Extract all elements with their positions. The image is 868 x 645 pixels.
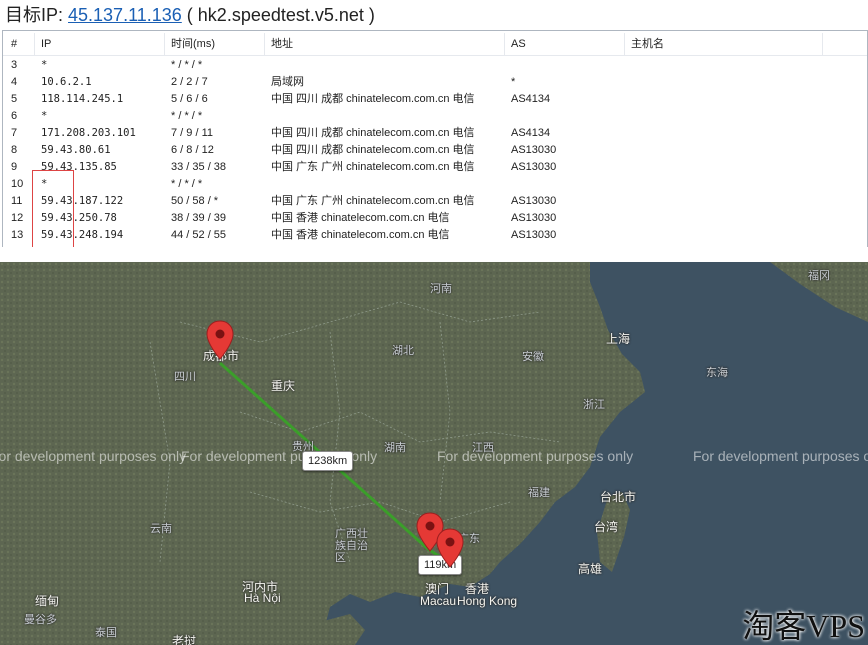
column-header-as[interactable]: AS bbox=[507, 33, 625, 55]
hop-ip: * bbox=[41, 110, 48, 122]
map-label: 老挝 bbox=[172, 634, 197, 645]
table-row[interactable]: 9 59.43.135.85 33 / 35 / 38 中国 广东 广州 chinat… bbox=[3, 159, 867, 176]
map-marker-icon[interactable] bbox=[436, 528, 464, 568]
table-row[interactable]: 4 10.6.2.1 2 / 2 / 7 局域网 * bbox=[3, 74, 867, 91]
hop-as: AS13030 bbox=[511, 212, 557, 224]
hop-time: 2 / 2 / 7 bbox=[171, 76, 208, 88]
table-row[interactable]: 12 59.43.250.78 38 / 39 / 39 中国 香港 chinatel… bbox=[3, 210, 867, 227]
map-label: 缅甸 bbox=[35, 594, 60, 608]
hop-address: 中国 广东 广州 chinatelecom.com.cn 电信 bbox=[271, 195, 475, 207]
table-row[interactable]: 3 * * / * / * bbox=[3, 57, 867, 74]
hop-address: 中国 香港 chinatelecom.com.cn 电信 bbox=[271, 229, 450, 241]
hop-time: * / * / * bbox=[171, 178, 203, 190]
map-label: 福冈 bbox=[808, 270, 830, 282]
hop-number: 6 bbox=[11, 110, 18, 122]
map-watermark: For development purposes only bbox=[0, 448, 187, 464]
map-label: 东海 bbox=[706, 367, 728, 379]
traceroute-table: # IP 时间(ms) 地址 AS 主机名 3 * * / * / * 4 10.6.2… bbox=[2, 30, 868, 248]
map-label: 河南 bbox=[430, 283, 452, 295]
map-label: 上海 bbox=[606, 332, 631, 346]
highlight-box bbox=[32, 170, 74, 247]
divider bbox=[0, 247, 868, 262]
table-header: # IP 时间(ms) 地址 AS 主机名 bbox=[3, 33, 867, 56]
hop-time: 5 / 6 / 6 bbox=[171, 93, 208, 105]
hop-as: AS13030 bbox=[511, 144, 557, 156]
hop-ip: 171.208.203.101 bbox=[41, 127, 136, 139]
map-label: 广西壮族自治区 bbox=[335, 528, 368, 564]
table-row[interactable]: 6 * * / * / * bbox=[3, 108, 867, 125]
target-ip-prefix: 目标IP: bbox=[5, 5, 69, 25]
map-watermark: For development purposes only bbox=[437, 448, 634, 464]
table-row[interactable]: 7 171.208.203.101 7 / 9 / 11 中国 四川 成都 china… bbox=[3, 125, 867, 142]
hop-number: 7 bbox=[11, 127, 18, 139]
target-ip-link[interactable]: 45.137.11.136 bbox=[68, 5, 182, 25]
map-label: 福建 bbox=[528, 487, 550, 499]
hop-as: AS4134 bbox=[511, 127, 551, 139]
hop-address: 中国 四川 成都 chinatelecom.com.cn 电信 bbox=[271, 127, 475, 139]
hop-time: 6 / 8 / 12 bbox=[171, 144, 214, 156]
hop-address: 中国 香港 chinatelecom.com.cn 电信 bbox=[271, 212, 450, 224]
hop-time: * / * / * bbox=[171, 110, 203, 122]
column-header-ip[interactable]: IP bbox=[37, 33, 165, 55]
map-label: 重庆 bbox=[271, 379, 296, 393]
map-label: 湖南 bbox=[384, 442, 406, 454]
target-hostname: ( hk2.speedtest.v5.net ) bbox=[181, 5, 375, 25]
hop-time: 38 / 39 / 39 bbox=[171, 212, 227, 224]
map-watermark: For development purposes only bbox=[693, 448, 868, 464]
hop-time: * / * / * bbox=[171, 59, 203, 71]
map-label: 浙江 bbox=[583, 399, 605, 411]
map-marker-icon[interactable] bbox=[206, 320, 234, 360]
hop-address: 中国 广东 广州 chinatelecom.com.cn 电信 bbox=[271, 161, 475, 173]
column-header-time[interactable]: 时间(ms) bbox=[167, 33, 265, 55]
column-header-hostname[interactable]: 主机名 bbox=[627, 33, 823, 55]
map-label: 四川 bbox=[174, 371, 196, 383]
table-row[interactable]: 11 59.43.187.122 50 / 58 / * 中国 广东 广州 china… bbox=[3, 193, 867, 210]
map-label: 云南 bbox=[150, 523, 172, 535]
map-label: 安徽 bbox=[522, 351, 544, 363]
hop-address: 中国 四川 成都 chinatelecom.com.cn 电信 bbox=[271, 93, 475, 105]
hop-ip: * bbox=[41, 59, 48, 71]
map-label: 台湾 bbox=[594, 520, 619, 534]
map-label: 高雄 bbox=[578, 562, 603, 576]
hop-number: 5 bbox=[11, 93, 18, 105]
hop-number: 3 bbox=[11, 59, 18, 71]
map-label: 曼谷多 bbox=[24, 614, 57, 626]
hop-address: 局域网 bbox=[271, 76, 304, 88]
table-row[interactable]: 5 118.114.245.1 5 / 6 / 6 中国 四川 成都 chinatel… bbox=[3, 91, 867, 108]
hop-as: AS13030 bbox=[511, 195, 557, 207]
map-label: Hà Nội bbox=[244, 591, 281, 605]
map-label: 台北市 bbox=[600, 490, 637, 504]
hop-ip: 118.114.245.1 bbox=[41, 93, 124, 105]
hop-as: AS13030 bbox=[511, 161, 557, 173]
hop-time: 33 / 35 / 38 bbox=[171, 161, 227, 173]
map-label: 湖北 bbox=[392, 345, 414, 357]
hop-address: 中国 四川 成都 chinatelecom.com.cn 电信 bbox=[271, 144, 475, 156]
hop-ip: 10.6.2.1 bbox=[41, 76, 92, 88]
hop-number: 4 bbox=[11, 76, 18, 88]
map-label: Macau bbox=[420, 594, 457, 608]
hop-number: 8 bbox=[11, 144, 18, 156]
hop-time: 44 / 52 / 55 bbox=[171, 229, 227, 241]
hop-as: AS13030 bbox=[511, 229, 557, 241]
hop-as: * bbox=[511, 76, 516, 88]
table-row[interactable]: 8 59.43.80.61 6 / 8 / 12 中国 四川 成都 chinatele… bbox=[3, 142, 867, 159]
hop-time: 50 / 58 / * bbox=[171, 195, 219, 207]
column-header-hop[interactable]: # bbox=[7, 33, 35, 55]
map-label: 江西 bbox=[472, 442, 494, 454]
hop-as: AS4134 bbox=[511, 93, 551, 105]
hop-time: 7 / 9 / 11 bbox=[171, 127, 213, 139]
table-row[interactable]: 10 * * / * / * bbox=[3, 176, 867, 193]
hop-ip: 59.43.80.61 bbox=[41, 144, 111, 156]
table-row[interactable]: 13 59.43.248.194 44 / 52 / 55 中国 香港 chinate… bbox=[3, 227, 867, 244]
map-label: 泰国 bbox=[95, 627, 117, 639]
distance-label: 1238km bbox=[302, 451, 354, 471]
route-map[interactable]: For development purposes only For develo… bbox=[0, 262, 868, 645]
target-ip-header: 目标IP: 45.137.11.136 ( hk2.speedtest.v5.n… bbox=[0, 0, 868, 30]
map-label: Hong Kong bbox=[457, 594, 518, 608]
brand-watermark: 淘客VPS bbox=[742, 608, 865, 644]
column-header-address[interactable]: 地址 bbox=[267, 33, 505, 55]
